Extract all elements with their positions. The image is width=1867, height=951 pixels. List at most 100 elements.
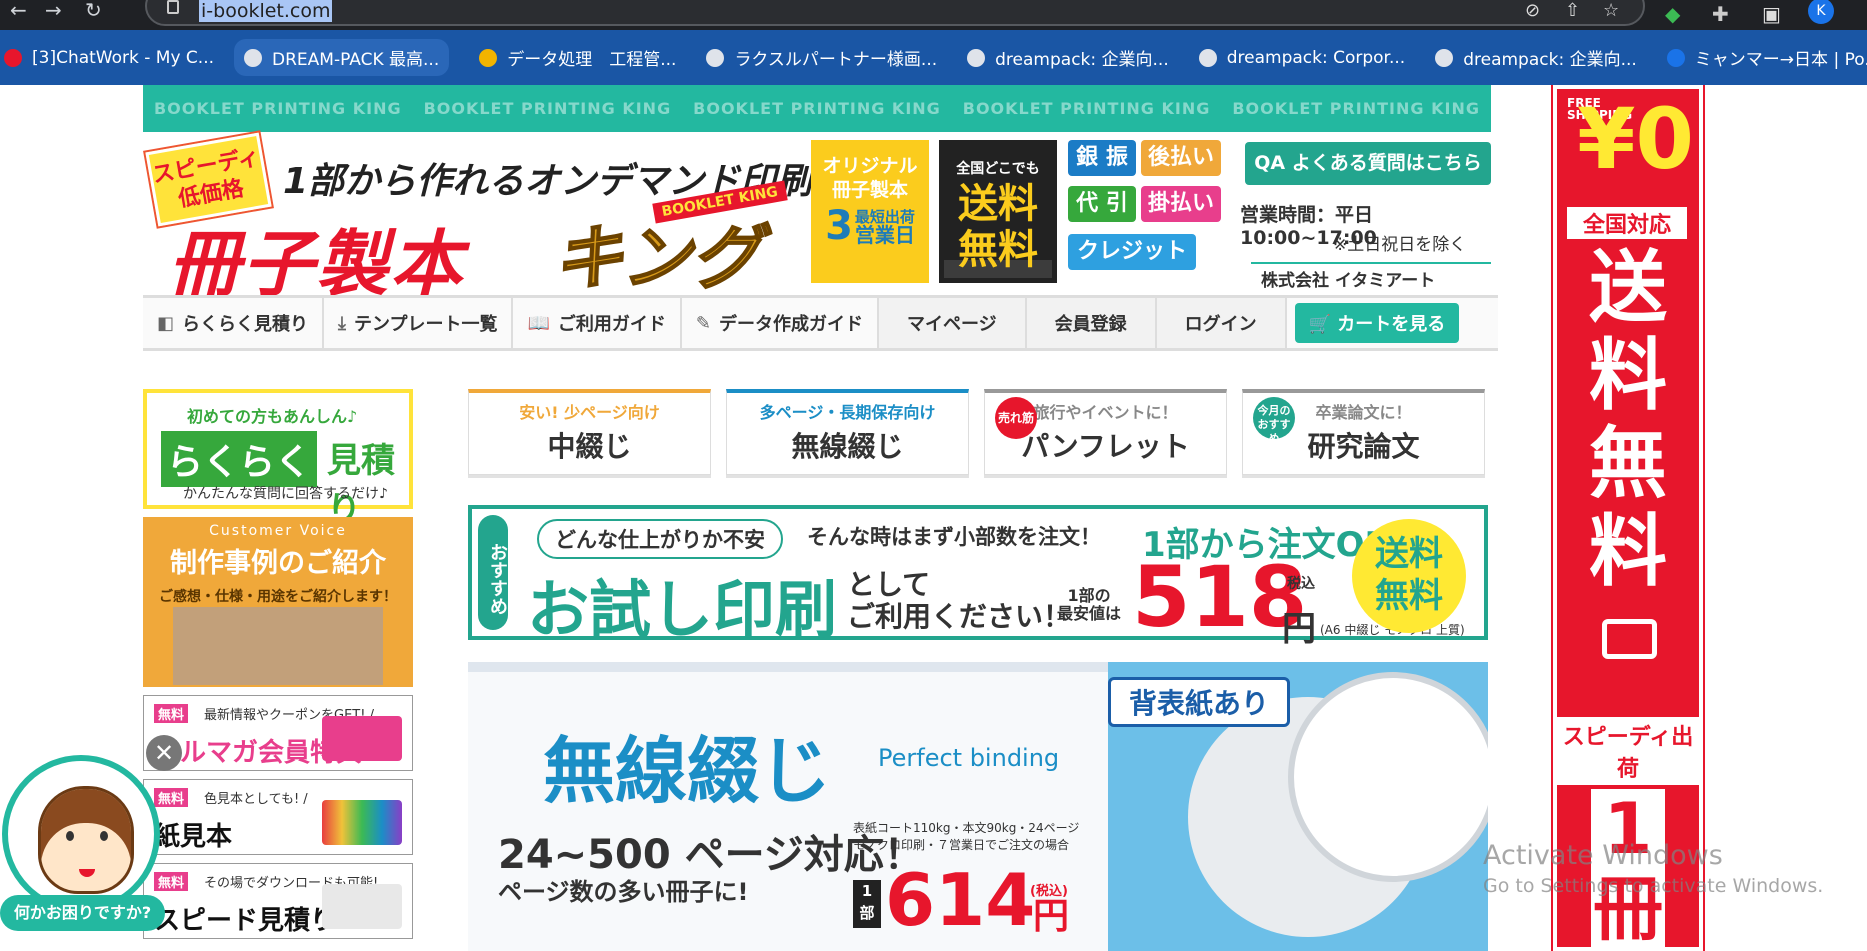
- operator-face-icon: [38, 786, 134, 894]
- pb-pagesub: ページ数の多い冊子に!: [498, 878, 749, 906]
- mail-free-tag: 無料: [154, 704, 189, 723]
- nav-mypage[interactable]: マイページ: [878, 298, 1027, 348]
- site-header: スピーディ 低価格 1部から作れるオンデマンド印刷冊子 冊子製本 キング BOO…: [143, 132, 1498, 306]
- cart-button[interactable]: 🛒 カートを見る: [1294, 303, 1460, 343]
- trial-min: 1部の 最安値は: [1057, 586, 1122, 623]
- forward-icon[interactable]: →: [45, 0, 62, 20]
- mail-icon: [322, 716, 402, 761]
- raku-t1: 初めての方もあんしん♪: [187, 407, 358, 426]
- profile-avatar[interactable]: K: [1808, 0, 1834, 24]
- category-tile[interactable]: 卒業論文に！ 研究論文 今月の おすすめ: [1242, 389, 1485, 475]
- favicon-icon: [1435, 48, 1454, 67]
- customer-voice-banner[interactable]: Customer Voice 制作事例のご紹介 ご感想・仕様・用途をご紹介します…: [143, 517, 413, 687]
- bookmark-item[interactable]: dreampack: 企業向...: [967, 45, 1169, 70]
- free-shipping-box: 全国どこでも 送料 無料: [939, 140, 1057, 283]
- raku-t2: らくらく: [161, 431, 318, 487]
- pb-en: Perfect binding: [878, 744, 1060, 772]
- bookmark-item[interactable]: dreampack: 企業向...: [1435, 45, 1637, 70]
- mailmag-banner[interactable]: 無料 最新情報やクーポンをGET! / メルマガ会員特典: [143, 695, 413, 771]
- nav-register[interactable]: 会員登録: [1026, 298, 1157, 348]
- address-bar[interactable]: i-booklet.com ⊘ ⇧ ☆: [145, 0, 1645, 26]
- bookmark-label: dreampack: Corpor...: [1226, 47, 1406, 68]
- star-icon[interactable]: ☆: [1603, 0, 1619, 21]
- raku-estimate-banner[interactable]: 初めての方もあんしん♪ らくらく 見積り かんたんな質問に回答するだけ♪: [143, 389, 413, 530]
- pb-book-zoom: [1288, 672, 1488, 882]
- bookmark-item[interactable]: DREAM-PACK 最高...: [234, 39, 450, 76]
- eye-icon: [66, 831, 74, 841]
- bookmark-label: DREAM-PACK 最高...: [272, 50, 440, 70]
- sidepanel-icon[interactable]: ▣: [1762, 2, 1781, 26]
- bookmark-label: ラクスルパートナー様画...: [734, 50, 938, 70]
- free-shipping-side-banner[interactable]: FREE SHIPPING ¥0 全国対応 送 料 無 料 スピーディ出荷 1 …: [1551, 85, 1705, 951]
- free-shipping-label: 送料 無料: [958, 181, 1038, 273]
- ship-speedy: スピーディ出荷: [1557, 717, 1699, 785]
- share-icon[interactable]: ⇧: [1565, 0, 1580, 21]
- cart-icon: 🛒: [1308, 314, 1338, 335]
- category-tile[interactable]: 安い! 少ページ向け 中綴じ: [468, 389, 711, 475]
- reload-icon[interactable]: ↻: [85, 0, 102, 20]
- trial-yen: 円: [1282, 609, 1316, 649]
- faq-icon: QA: [1254, 152, 1292, 174]
- category-tile[interactable]: 旅行やイベントに！ パンフレット 売れ筋: [984, 389, 1227, 475]
- voice-photo: [173, 607, 383, 685]
- category-badge: 今月の おすすめ: [1253, 397, 1295, 445]
- bookmarks-bar: [3]ChatWork - My C... DREAM-PACK 最高... データ…: [0, 30, 1867, 85]
- original-label: オリジナル 冊子製本: [822, 155, 918, 201]
- truck-icon: [1602, 619, 1657, 659]
- favicon-icon: [706, 48, 725, 67]
- nav-templates-label: テンプレート一覧: [353, 314, 498, 335]
- chat-button[interactable]: 何かお困りですか?: [0, 895, 165, 931]
- perfect-binding-banner[interactable]: 無線綴じ Perfect binding 背表紙あり 24~500 ページ対応！…: [468, 662, 1488, 951]
- color-swatch-icon: [322, 800, 402, 845]
- pencil-icon: ✎: [695, 312, 711, 334]
- pay-credit-later-badge: 掛払い: [1141, 186, 1221, 222]
- bookmark-item[interactable]: ミャンマー→日本 | Po...: [1666, 45, 1867, 70]
- pb-title: 無線綴じ: [543, 729, 832, 813]
- favicon-icon: [1198, 48, 1217, 67]
- bookmark-item[interactable]: データ処理 工程管...: [479, 45, 676, 70]
- nav-estimate[interactable]: ◧ らくらく見積り: [143, 298, 325, 348]
- extension-icon[interactable]: ◆: [1665, 2, 1680, 26]
- strip-text: BOOKLET PRINTING KING: [1232, 99, 1480, 118]
- watermark-line1: Activate Windows: [1483, 840, 1723, 871]
- nav-data-guide[interactable]: ✎ データ作成ガイド: [682, 298, 879, 348]
- nav-guide-label: ご利用ガイド: [557, 314, 666, 335]
- bookmark-item[interactable]: ラクスルパートナー様画...: [706, 45, 937, 70]
- category-sub: 多ページ・長期保存向け: [759, 403, 936, 422]
- shield-icon: ◧: [157, 312, 175, 334]
- nav-login[interactable]: ログイン: [1156, 298, 1287, 348]
- favicon-icon: [967, 48, 986, 67]
- nav-guide[interactable]: 📖 ご利用ガイド: [513, 298, 682, 348]
- chat-widget[interactable]: 何かお困りですか?: [0, 750, 170, 950]
- favicon-icon: [244, 48, 263, 67]
- url-text[interactable]: i-booklet.com: [199, 0, 333, 22]
- nav-data-guide-label: データ作成ガイド: [718, 314, 863, 335]
- favicon-icon: [479, 48, 498, 67]
- bookmark-label: dreampack: 企業向...: [1463, 50, 1637, 70]
- nav-templates[interactable]: ⤓ テンプレート一覧: [324, 298, 514, 348]
- recommend-vertical: おすすめ: [478, 515, 508, 630]
- eye-off-icon[interactable]: ⊘: [1525, 0, 1540, 21]
- ship-national: 全国対応: [1567, 207, 1687, 239]
- paper-sample-banner[interactable]: 無料 色見本としても! / 紙見本: [143, 779, 413, 855]
- pb-price: 614: [885, 858, 1036, 942]
- puzzle-icon[interactable]: ✚: [1712, 2, 1729, 26]
- faq-button[interactable]: QA よくある質問はこちら: [1245, 142, 1491, 185]
- bookmark-label: [3]ChatWork - My C...: [32, 47, 215, 68]
- pb-spine: 背表紙あり: [1108, 677, 1291, 727]
- trial-print-banner[interactable]: おすすめ どんな仕上がりか不安 そんな時はまず小部数を注文！ お試し印刷 として…: [468, 505, 1488, 649]
- bookmark-item[interactable]: [3]ChatWork - My C...: [4, 48, 214, 68]
- strip-text: BOOKLET PRINTING KING: [962, 99, 1211, 118]
- browser-toolbar: ← → ↻ i-booklet.com ⊘ ⇧ ☆ ◆ ✚ ▣ K: [0, 0, 1867, 30]
- category-tile[interactable]: 多ページ・長期保存向け 無線綴じ: [726, 389, 969, 475]
- category-title: 中綴じ: [547, 430, 632, 463]
- nav-estimate-label: らくらく見積り: [182, 314, 309, 335]
- voice-title: 制作事例のご紹介: [170, 548, 386, 579]
- speed-estimate-banner[interactable]: 無料 その場でダウンロードも可能! スピード見積り: [143, 863, 413, 939]
- voice-cv: Customer Voice: [209, 523, 347, 539]
- category-tiles: 安い! 少ページ向け 中綴じ 多ページ・長期保存向け 無線綴じ 旅行やイベントに！ パンフ…: [468, 389, 1488, 479]
- back-icon[interactable]: ←: [10, 0, 27, 20]
- ship-zero: ¥0: [1577, 90, 1694, 188]
- bookmark-item[interactable]: dreampack: Corpor...: [1198, 47, 1406, 68]
- voice-sub: ご感想・仕様・用途をご紹介します！: [159, 589, 397, 605]
